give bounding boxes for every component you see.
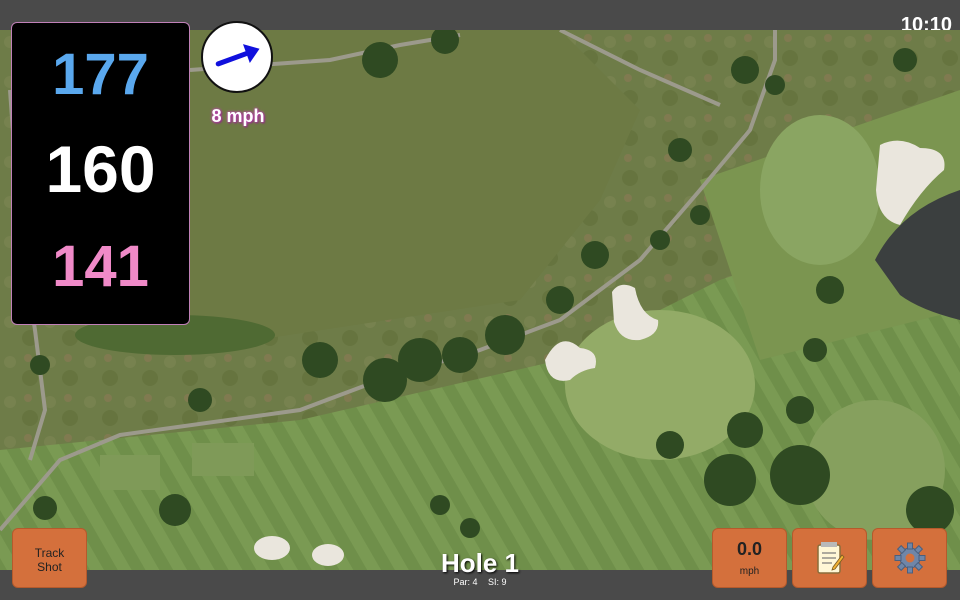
notes-button[interactable] [792,528,867,588]
wind-indicator [201,21,273,93]
par-label: Par: 4 [453,577,478,587]
speed-value: 0.0 [736,539,763,559]
notepad-icon [816,542,845,574]
distance-panel: 177 160 141 [11,22,190,325]
si-label: SI: 9 [488,577,507,587]
track-shot-label: Track Shot [34,546,65,574]
settings-button[interactable] [872,528,947,588]
front-distance: 141 [52,234,149,299]
speed-unit: mph [739,566,760,577]
gear-icon [894,542,925,574]
middle-distance: 160 [45,132,156,206]
swing-speed-button[interactable]: 0.0 mph [712,528,787,588]
hole-info: Par: 4 SI: 9 [380,577,580,587]
back-distance: 177 [52,42,149,107]
wind-speed: 8 mph [211,106,265,126]
hole-title: Hole 1 [440,548,520,578]
track-shot-button[interactable]: Track Shot [12,528,87,588]
arrow-icon [215,44,260,67]
